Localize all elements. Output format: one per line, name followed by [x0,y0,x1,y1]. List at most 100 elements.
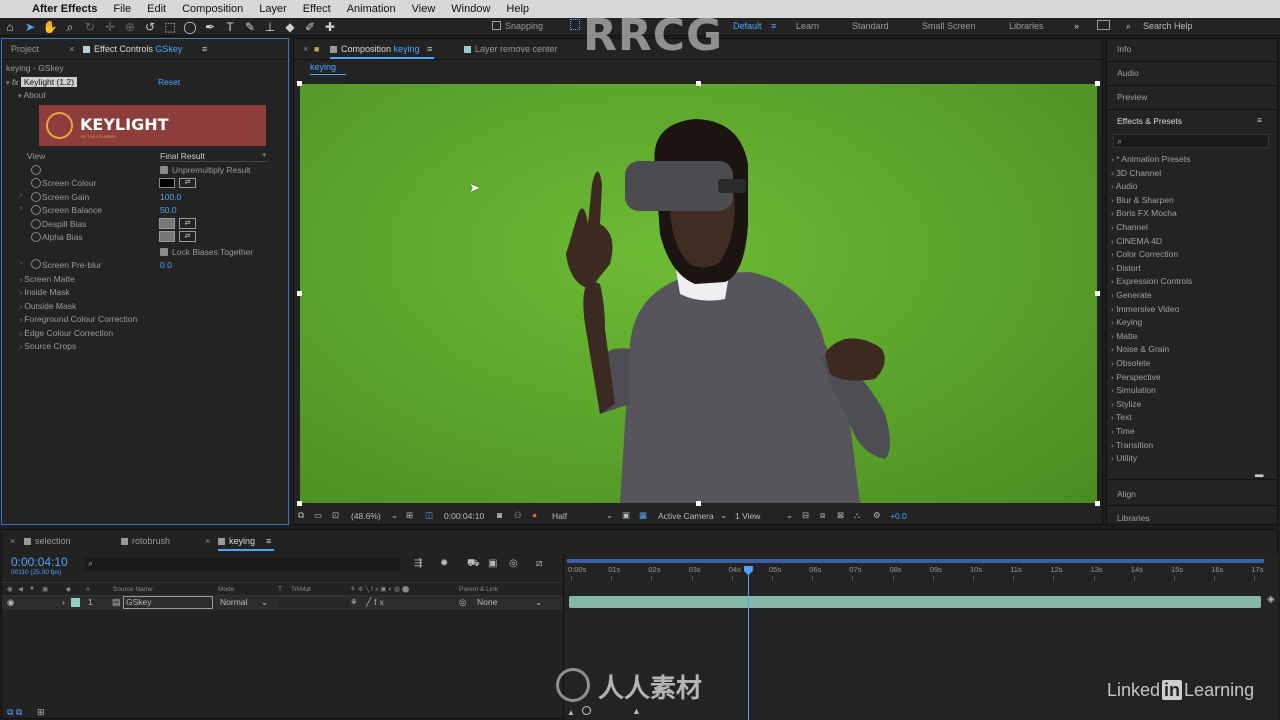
toggle-switches-icon[interactable]: ⧉ ⧉ [7,707,22,718]
menu-help[interactable]: Help [498,3,537,15]
screen-gain-value[interactable]: 100.0 [160,191,181,203]
workspace-default[interactable]: Default [733,21,762,31]
effects-category-item[interactable]: › Perspective [1111,372,1161,382]
eraser-tool-icon[interactable]: ◆ [280,19,300,35]
edge-colour-correction-group[interactable]: › Edge Colour Correction [20,327,113,339]
search-icon[interactable]: ⌕ [1126,21,1131,32]
transfer-controls-icon[interactable]: ⊞ [37,707,45,718]
current-time[interactable]: 0:00:04:10 [444,511,484,521]
eyedropper-icon[interactable]: ⇄ [179,231,196,242]
lock-biases-checkbox[interactable] [160,248,168,256]
zoom-tool-icon[interactable]: ⌕ [60,19,80,35]
source-crops-group[interactable]: › Source Crops [20,340,76,352]
stopwatch-icon[interactable] [31,178,41,188]
effects-category-item[interactable]: › Audio [1111,181,1137,191]
layer-name[interactable]: GSkey [123,596,213,609]
tab-keying[interactable]: keying [218,531,255,551]
draft-3d-icon[interactable]: ✹ [440,558,448,569]
workspace-standard[interactable]: Standard [852,21,889,31]
reset-link[interactable]: Reset [158,76,180,88]
solo-header-icon[interactable]: ● [30,585,34,592]
region-icon[interactable]: ◫ [425,510,433,521]
screen-matte-group[interactable]: › Screen Matte [20,273,75,285]
mode-dropdown[interactable]: Normal [220,597,247,607]
layer-duration-bar[interactable] [569,596,1261,608]
menu-effect[interactable]: Effect [295,3,339,15]
effects-category-item[interactable]: › Stylize [1111,399,1141,409]
panel-menu-icon[interactable]: ≡ [266,531,271,551]
exposure-value[interactable]: +0.0 [890,511,907,521]
rotate-tool-icon[interactable]: ↻ [80,19,100,35]
align-panel-tab[interactable]: Align [1117,489,1136,499]
selection-tool-icon[interactable]: ➤ [20,19,40,35]
libraries-panel-tab[interactable]: Libraries [1117,513,1150,523]
expand-arrow-icon[interactable]: › [62,597,65,607]
info-panel-tab[interactable]: Info [1117,44,1131,54]
tab-composition[interactable]: Composition keying [330,39,420,59]
timeline-timecode[interactable]: 0:00:04:10 [11,555,68,569]
lock-biases-row[interactable]: Lock Biases Together [160,246,253,258]
workspace-overflow-icon[interactable]: » [1074,21,1079,31]
menu-edit[interactable]: Edit [139,3,174,15]
timeline-search-input[interactable]: ⌕ [85,558,400,571]
effects-category-item[interactable]: › Obsolete [1111,358,1150,368]
chevron-down-icon[interactable]: ⌄ [720,510,727,521]
handle-bl[interactable] [297,501,302,506]
toggle-pixel-icon[interactable]: ⊟ [802,510,809,521]
stopwatch-icon[interactable] [31,165,41,175]
parent-dropdown[interactable]: None [477,597,497,607]
hand-tool-icon[interactable]: ✋ [40,19,60,35]
eye-header-icon[interactable]: ◉ [7,585,13,593]
effects-category-item[interactable]: › Simulation [1111,385,1156,395]
handle-br[interactable] [1095,501,1100,506]
comp-viewer[interactable]: ➤ [297,81,1100,506]
chevron-down-icon[interactable]: ⌄ [391,510,398,521]
layer-row[interactable]: ◉ › 1 ▤ GSkey Normal ⌄ ⚘ ╱fx ◎ None ⌄ [2,596,562,610]
tab-selection[interactable]: selection [24,531,71,551]
close-project-icon[interactable]: × [69,39,74,59]
expand-arrow-icon[interactable]: › [20,205,22,212]
roto-tool-icon[interactable]: ✐ [300,19,320,35]
effects-category-item[interactable]: › Time [1111,426,1135,436]
pan-behind-tool-icon[interactable]: ⊕ [120,19,140,35]
time-ruler-area[interactable]: 0:00s 01s 02s 03s 04s 05s 06s 07s 08s 09s 10s 11s 12… [563,554,1278,720]
brush-tool-icon[interactable]: ✎ [240,19,260,35]
type-tool-icon[interactable]: T [220,19,240,35]
menu-window[interactable]: Window [443,3,498,15]
collapse-arrow-icon[interactable]: ▾ [6,80,10,87]
mask-toggle-icon[interactable]: ⊡ [332,510,339,521]
tab-layer-remove-center[interactable]: Layer remove center [464,39,558,59]
handle-bc[interactable] [696,501,701,506]
resolution-dropdown[interactable]: Half [552,511,567,521]
comp-marker-icon[interactable]: ◈ [1267,594,1275,605]
expand-arrow-icon[interactable]: › [20,260,22,267]
effect-name[interactable]: Keylight (1.2) [20,77,77,87]
handle-mr[interactable] [1095,291,1100,296]
handle-tl[interactable] [297,81,302,86]
lock-icon[interactable]: ■ [314,39,319,59]
shape-tool-icon[interactable]: ◯ [180,19,200,35]
despill-bias-swatch[interactable] [159,218,175,229]
layer-switches-icon[interactable]: ⚘ ╱fx [350,597,387,608]
effects-category-item[interactable]: › Text [1111,412,1132,422]
comp-breadcrumb[interactable]: keying [310,59,336,75]
home-icon[interactable]: ⌂ [0,19,20,35]
effects-category-item[interactable]: › Expression Controls [1111,276,1192,286]
camera-tool-icon[interactable]: ✛ [100,19,120,35]
eye-icon[interactable]: ◉ [7,597,14,608]
effects-category-item[interactable]: › 3D Channel [1111,168,1161,178]
effects-category-item[interactable]: › Color Correction [1111,249,1178,259]
effects-category-item[interactable]: › Generate [1111,290,1152,300]
snapshot-icon[interactable]: ◙ [497,510,502,520]
close-tab-icon[interactable]: × [10,531,15,551]
workspace-libraries[interactable]: Libraries [1009,21,1044,31]
audio-panel-tab[interactable]: Audio [1117,68,1139,78]
reset-exposure-icon[interactable]: ⚙ [873,510,881,521]
effects-category-item[interactable]: › Utility [1111,453,1137,463]
effects-category-item[interactable]: › Immersive Video [1111,304,1179,314]
always-preview-icon[interactable]: ⧉ [298,510,304,521]
chevron-down-icon[interactable]: ⌄ [535,597,542,608]
alpha-bias-swatch[interactable] [159,231,175,242]
audio-header-icon[interactable]: ◀ [18,585,23,593]
pickwhip-icon[interactable]: ◎ [459,597,466,608]
